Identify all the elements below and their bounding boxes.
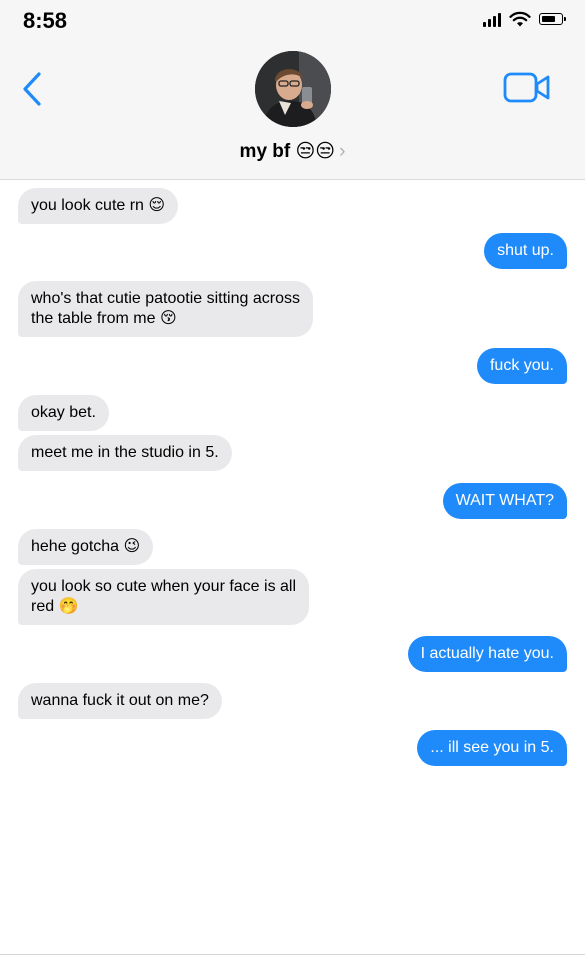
- incoming-message[interactable]: okay bet.: [18, 395, 109, 431]
- wifi-icon: [509, 11, 531, 27]
- outgoing-message[interactable]: fuck you.: [476, 348, 567, 384]
- contact-avatar[interactable]: [255, 51, 331, 127]
- chevron-right-icon: ›: [339, 141, 346, 162]
- outgoing-message[interactable]: WAIT WHAT?: [442, 483, 567, 519]
- incoming-message[interactable]: hehe gotcha 😉: [18, 529, 154, 565]
- back-chevron-icon[interactable]: [18, 70, 48, 108]
- incoming-message[interactable]: you look cute rn 😌: [18, 188, 179, 224]
- incoming-message[interactable]: wanna fuck it out on me?: [18, 683, 222, 719]
- incoming-message[interactable]: meet me in the studio in 5.: [18, 435, 232, 471]
- status-icons: [483, 11, 566, 27]
- contact-name[interactable]: my bf 😒😒 ›: [0, 140, 585, 163]
- battery-icon: [539, 13, 566, 25]
- outgoing-message[interactable]: shut up.: [484, 233, 567, 269]
- outgoing-message[interactable]: I actually hate you.: [407, 636, 567, 672]
- video-camera-icon[interactable]: [503, 71, 551, 105]
- outgoing-message[interactable]: ... ill see you in 5.: [417, 730, 567, 766]
- bottom-divider: [0, 954, 585, 955]
- incoming-message[interactable]: who's that cutie patootie sitting across…: [18, 281, 313, 337]
- contact-name-text: my bf 😒😒: [239, 141, 336, 162]
- navigation-header: 8:58 my bf 😒😒 ›: [0, 0, 585, 180]
- incoming-message[interactable]: you look so cute when your face is all r…: [18, 569, 310, 625]
- message-thread[interactable]: you look cute rn 😌 shut up. who's that c…: [0, 181, 585, 951]
- cellular-signal-icon: [483, 11, 501, 27]
- status-time: 8:58: [23, 8, 68, 33]
